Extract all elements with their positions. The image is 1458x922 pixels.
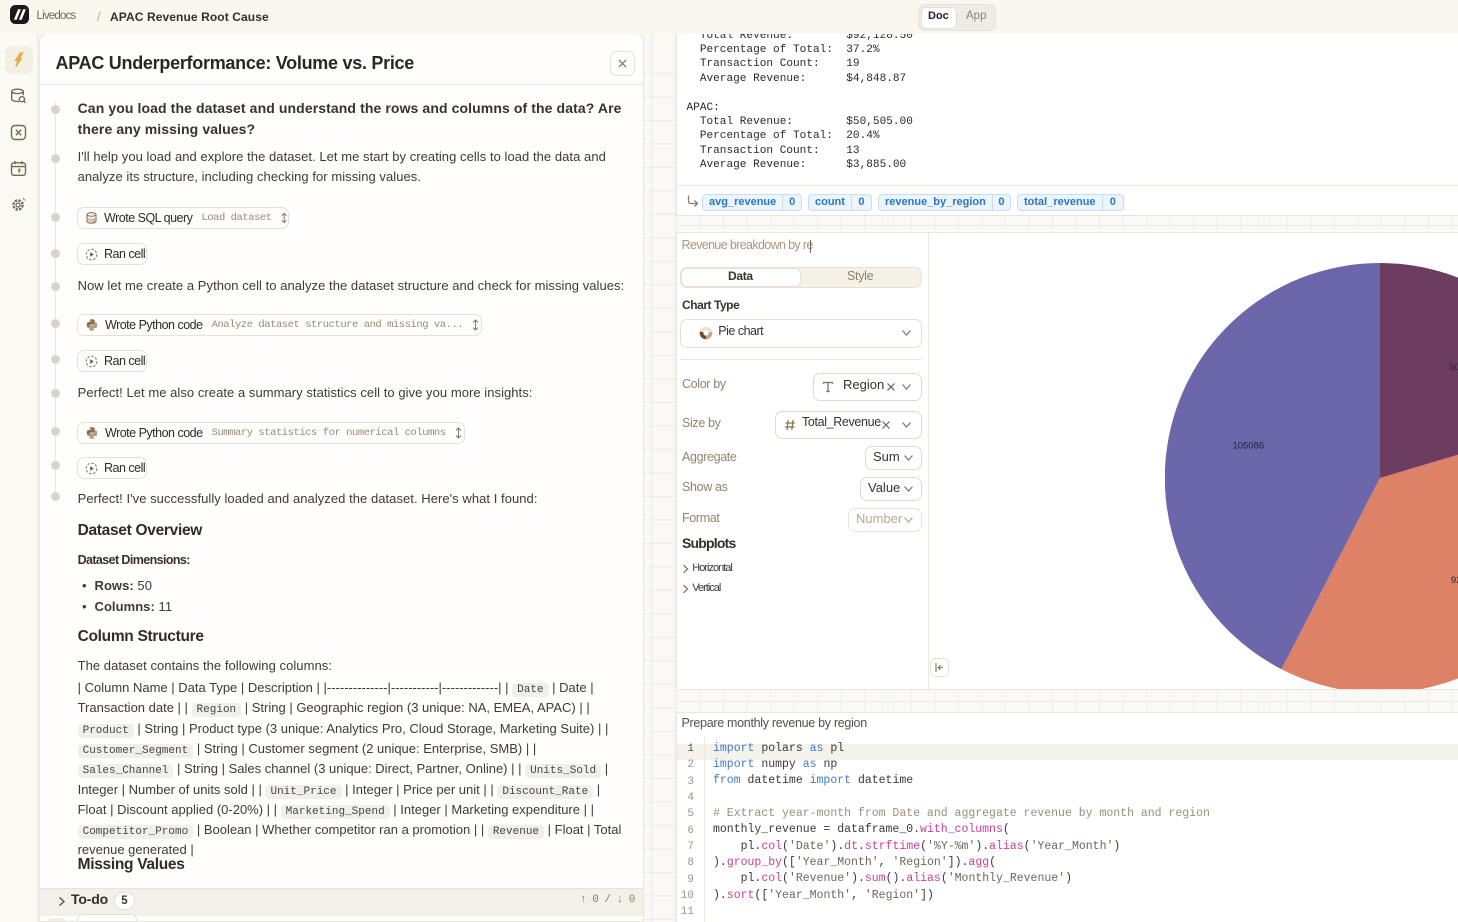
svg-text:105086: 105086 [1232, 441, 1264, 452]
svg-text:50505: 50505 [1449, 362, 1458, 373]
svg-text:SQL: SQL [88, 217, 97, 222]
svg-text:92128.5: 92128.5 [1451, 575, 1458, 586]
